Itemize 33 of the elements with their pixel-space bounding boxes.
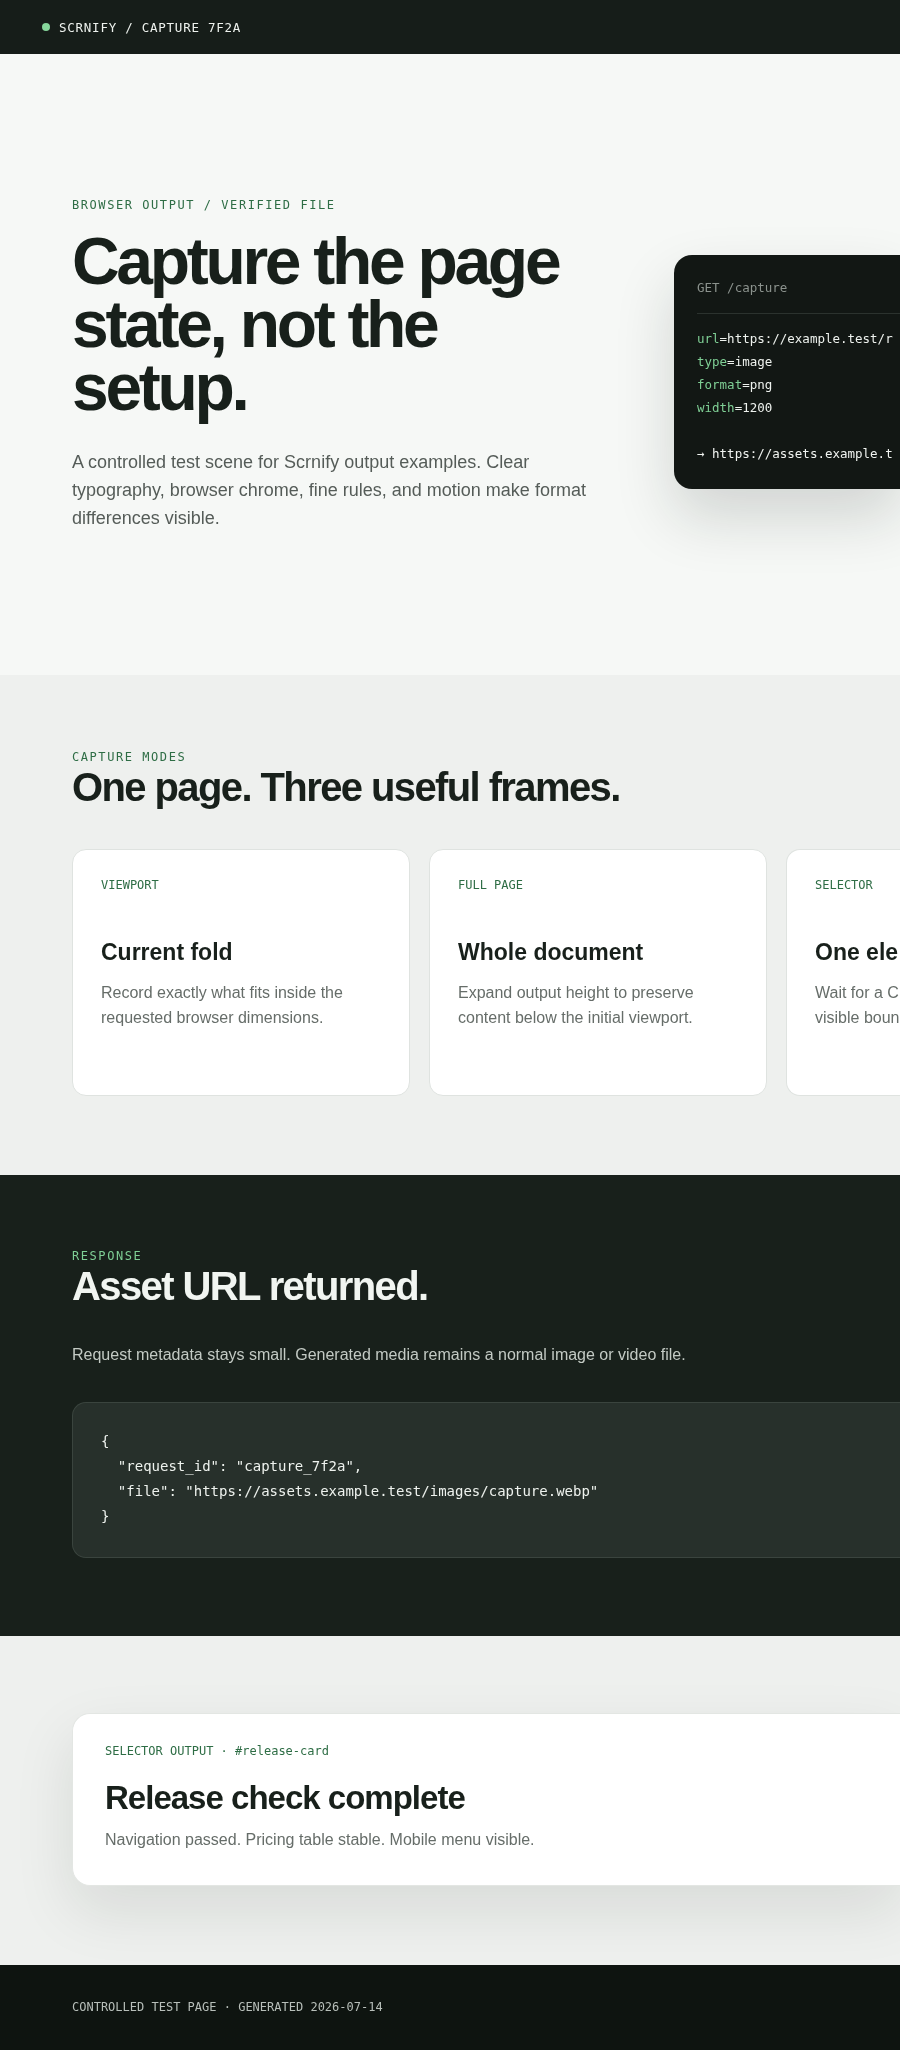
mode-label: FULL PAGE — [458, 878, 524, 893]
eyebrow-label: BROWSER OUTPUT / VERIFIED FILE — [72, 197, 336, 213]
param-line: type=image — [697, 352, 773, 371]
mode-title: Current fold — [101, 939, 233, 965]
output-description: Navigation passed. Pricing table stable. Mobile menu visible. — [105, 1830, 535, 1850]
output-title: Release check complete — [105, 1779, 465, 1817]
mode-title: One ele — [815, 939, 899, 965]
mode-description: Wait for a C visible boun — [815, 983, 900, 1028]
param-line: format=png — [697, 375, 773, 394]
output-label: SELECTOR OUTPUT · #release-card — [105, 1744, 329, 1759]
code-line: { — [101, 1432, 110, 1451]
section-title: One page. Three useful frames. — [72, 765, 620, 809]
param-line: width=1200 — [697, 398, 773, 417]
section-title: Asset URL returned. — [72, 1264, 428, 1308]
mode-description: Expand output height to preserve content below the initial viewport. — [458, 983, 695, 1028]
eyebrow-label: RESPONSE — [72, 1249, 143, 1264]
result-url: → https://assets.example.t — [697, 444, 893, 463]
request-line: GET /capture — [697, 278, 788, 297]
param-line: url=https://example.test/r — [697, 329, 893, 348]
status-dot-icon — [42, 23, 50, 31]
mode-label: SELECTOR — [815, 878, 873, 893]
brand-title: SCRNIFY / CAPTURE 7F2A — [59, 19, 242, 35]
mode-title: Whole document — [458, 939, 644, 965]
mode-label: VIEWPORT — [101, 878, 159, 893]
mode-description: Record exactly what fits inside the requested browser dimensions. — [101, 983, 344, 1028]
code-line: "request_id": "capture_7f2a", — [116, 1457, 363, 1477]
code-line: } — [101, 1507, 110, 1526]
footer-text: CONTROLLED TEST PAGE · GENERATED 2026-07-14 — [72, 2000, 383, 2015]
hero-title: Capture the page state, not the setup. — [72, 223, 560, 426]
code-line: "file": "https://assets.example.test/images/capture.webp" — [116, 1482, 599, 1501]
response-description: Request metadata stays small. Generated media remains a normal image or video file. — [72, 1345, 686, 1365]
hero-description: A controlled test scene for Scrnify output examples. Clear typography, browser chrome, fine rules, and motion make format differences visible. — [72, 450, 587, 530]
eyebrow-label: CAPTURE MODES — [72, 750, 187, 765]
